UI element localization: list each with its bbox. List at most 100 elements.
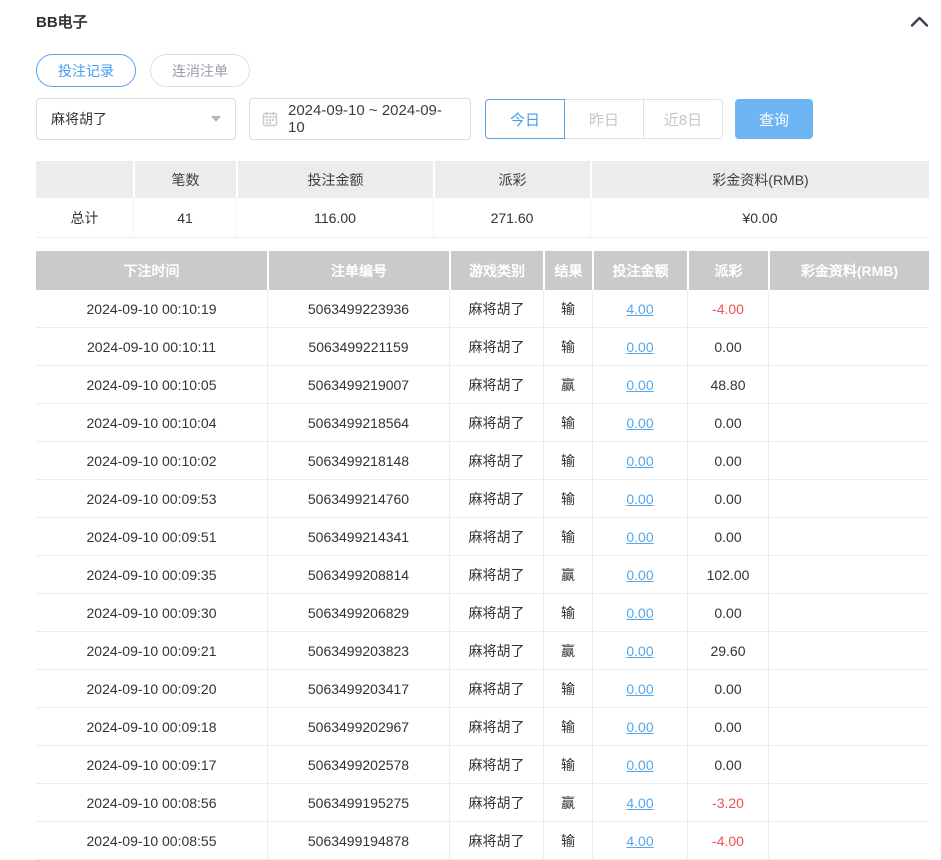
game-type-cell: 麻将胡了 [449, 784, 543, 822]
game-type-cell: 麻将胡了 [449, 328, 543, 366]
records-table: 下注时间 注单编号 游戏类别 结果 投注金额 派彩 彩金资料(RMB) 2024… [36, 251, 929, 860]
summary-header-payout: 派彩 [433, 161, 590, 198]
tab-cancelled-orders[interactable]: 连消注单 [150, 54, 250, 87]
bet-amount-link[interactable]: 0.00 [626, 339, 653, 355]
bet-amount-link[interactable]: 0.00 [626, 415, 653, 431]
bet-time-cell: 2024-09-10 00:10:05 [36, 366, 267, 404]
bonus-cell [768, 366, 929, 404]
bonus-cell [768, 746, 929, 784]
payout-cell: 29.60 [687, 632, 768, 670]
bet-amount-cell: 0.00 [592, 404, 687, 442]
summary-total-bonus: ¥0.00 [590, 198, 929, 238]
result-cell: 输 [543, 518, 592, 556]
date-range-picker[interactable]: 2024-09-10 ~ 2024-09-10 [249, 98, 471, 140]
bet-amount-link[interactable]: 0.00 [626, 453, 653, 469]
result-cell: 输 [543, 708, 592, 746]
collapse-button[interactable] [910, 15, 929, 28]
table-row: 2024-09-10 00:10:19 5063499223936 麻将胡了 输… [36, 290, 929, 328]
bet-amount-cell: 0.00 [592, 366, 687, 404]
summary-header-bet-amount: 投注金额 [236, 161, 433, 198]
bet-amount-cell: 0.00 [592, 328, 687, 366]
game-type-cell: 麻将胡了 [449, 518, 543, 556]
bet-amount-link[interactable]: 4.00 [626, 795, 653, 811]
records-header-order-id: 注单编号 [267, 251, 449, 290]
bet-amount-cell: 4.00 [592, 290, 687, 328]
search-button[interactable]: 查询 [735, 99, 813, 139]
bet-amount-cell: 0.00 [592, 746, 687, 784]
records-tbody: 2024-09-10 00:10:19 5063499223936 麻将胡了 输… [36, 290, 929, 860]
records-header-bet: 投注金额 [592, 251, 687, 290]
quick-range-yesterday[interactable]: 昨日 [564, 99, 644, 139]
payout-cell: 0.00 [687, 746, 768, 784]
bet-amount-link[interactable]: 0.00 [626, 719, 653, 735]
result-cell: 输 [543, 290, 592, 328]
result-cell: 赢 [543, 632, 592, 670]
bet-time-cell: 2024-09-10 00:09:51 [36, 518, 267, 556]
page-title: BB电子 [36, 11, 88, 32]
bet-amount-link[interactable]: 0.00 [626, 491, 653, 507]
bet-amount-link[interactable]: 0.00 [626, 567, 653, 583]
result-cell: 输 [543, 442, 592, 480]
result-cell: 输 [543, 404, 592, 442]
order-id-cell: 5063499218148 [267, 442, 449, 480]
table-row: 2024-09-10 00:09:51 5063499214341 麻将胡了 输… [36, 518, 929, 556]
table-row: 2024-09-10 00:10:11 5063499221159 麻将胡了 输… [36, 328, 929, 366]
quick-range-last8days[interactable]: 近8日 [643, 99, 723, 139]
table-row: 2024-09-10 00:08:55 5063499194878 麻将胡了 输… [36, 822, 929, 860]
chevron-down-icon [211, 116, 221, 122]
bet-amount-link[interactable]: 0.00 [626, 377, 653, 393]
bonus-cell [768, 670, 929, 708]
summary-header-bonus: 彩金资料(RMB) [590, 161, 929, 198]
result-cell: 输 [543, 594, 592, 632]
tab-bar: 投注记录 连消注单 [36, 54, 929, 87]
bonus-cell [768, 556, 929, 594]
payout-cell: 0.00 [687, 670, 768, 708]
order-id-cell: 5063499214341 [267, 518, 449, 556]
bonus-cell [768, 328, 929, 366]
game-type-cell: 麻将胡了 [449, 632, 543, 670]
summary-total-label: 总计 [36, 198, 133, 238]
calendar-icon [262, 111, 278, 127]
bet-amount-link[interactable]: 4.00 [626, 833, 653, 849]
summary-header-empty [36, 161, 133, 198]
order-id-cell: 5063499214760 [267, 480, 449, 518]
panel: BB电子 投注记录 连消注单 麻将胡了 [0, 0, 941, 860]
payout-cell: -4.00 [687, 290, 768, 328]
summary-total-row: 总计 41 116.00 271.60 ¥0.00 [36, 198, 929, 238]
table-row: 2024-09-10 00:09:18 5063499202967 麻将胡了 输… [36, 708, 929, 746]
order-id-cell: 5063499202967 [267, 708, 449, 746]
bonus-cell [768, 594, 929, 632]
bet-time-cell: 2024-09-10 00:09:18 [36, 708, 267, 746]
game-select[interactable]: 麻将胡了 [36, 98, 236, 140]
bet-amount-cell: 0.00 [592, 556, 687, 594]
quick-range-group: 今日 昨日 近8日 [485, 99, 723, 139]
result-cell: 输 [543, 822, 592, 860]
bet-amount-cell: 0.00 [592, 594, 687, 632]
summary-total-bet-amount: 116.00 [236, 198, 433, 238]
bet-time-cell: 2024-09-10 00:09:35 [36, 556, 267, 594]
payout-cell: 0.00 [687, 708, 768, 746]
payout-cell: 0.00 [687, 404, 768, 442]
result-cell: 输 [543, 746, 592, 784]
bet-amount-link[interactable]: 0.00 [626, 681, 653, 697]
bet-amount-cell: 4.00 [592, 784, 687, 822]
game-type-cell: 麻将胡了 [449, 746, 543, 784]
bet-amount-cell: 0.00 [592, 442, 687, 480]
order-id-cell: 5063499202578 [267, 746, 449, 784]
table-row: 2024-09-10 00:09:35 5063499208814 麻将胡了 赢… [36, 556, 929, 594]
bonus-cell [768, 708, 929, 746]
payout-cell: -3.20 [687, 784, 768, 822]
bet-amount-link[interactable]: 0.00 [626, 643, 653, 659]
summary-total-count: 41 [133, 198, 236, 238]
result-cell: 赢 [543, 556, 592, 594]
bet-amount-link[interactable]: 0.00 [626, 605, 653, 621]
bet-time-cell: 2024-09-10 00:10:04 [36, 404, 267, 442]
game-type-cell: 麻将胡了 [449, 670, 543, 708]
bet-time-cell: 2024-09-10 00:10:02 [36, 442, 267, 480]
bet-amount-link[interactable]: 0.00 [626, 529, 653, 545]
quick-range-today[interactable]: 今日 [485, 99, 565, 139]
order-id-cell: 5063499208814 [267, 556, 449, 594]
bet-amount-link[interactable]: 0.00 [626, 757, 653, 773]
tab-bet-records[interactable]: 投注记录 [36, 54, 136, 87]
bet-amount-link[interactable]: 4.00 [626, 301, 653, 317]
